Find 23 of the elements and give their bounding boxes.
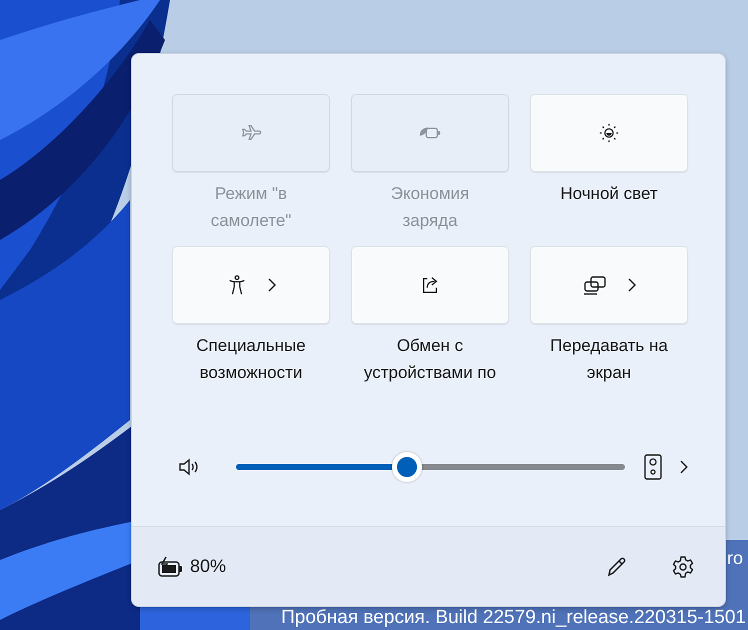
quick-setting-tile[interactable]: [351, 246, 509, 324]
quick-setting-tile[interactable]: [530, 94, 688, 172]
tile-label: Режим "в самолете": [210, 183, 292, 232]
sun-icon: [598, 122, 620, 144]
battery-percent: 80%: [190, 556, 226, 577]
chevron-icon[interactable]: [268, 278, 276, 292]
tile-label: Ночной свет: [559, 183, 659, 205]
quick-setting-tile[interactable]: [172, 246, 330, 324]
watermark-text: Пробная версия. Build 22579.ni_release.220315-1501: [281, 607, 746, 629]
tile-label: Специальные возможности: [195, 335, 307, 384]
edition-text: ro: [727, 548, 744, 569]
battery-charging-icon: [158, 556, 184, 578]
chevron-icon[interactable]: [680, 460, 688, 474]
tile-label: Экономия заряда: [390, 183, 470, 232]
volume-slider[interactable]: [236, 452, 626, 482]
tile-label: Передавать на экран: [549, 335, 669, 384]
screens-icon: [582, 274, 608, 296]
tile-label: Обмен с устройствами по: [362, 335, 498, 384]
chevron-icon[interactable]: [628, 278, 636, 292]
quick-setting-tile[interactable]: [530, 246, 688, 324]
settings-icon[interactable]: [671, 554, 695, 578]
slider-thumb[interactable]: [392, 452, 422, 482]
speaker-device-icon[interactable]: [644, 454, 662, 480]
